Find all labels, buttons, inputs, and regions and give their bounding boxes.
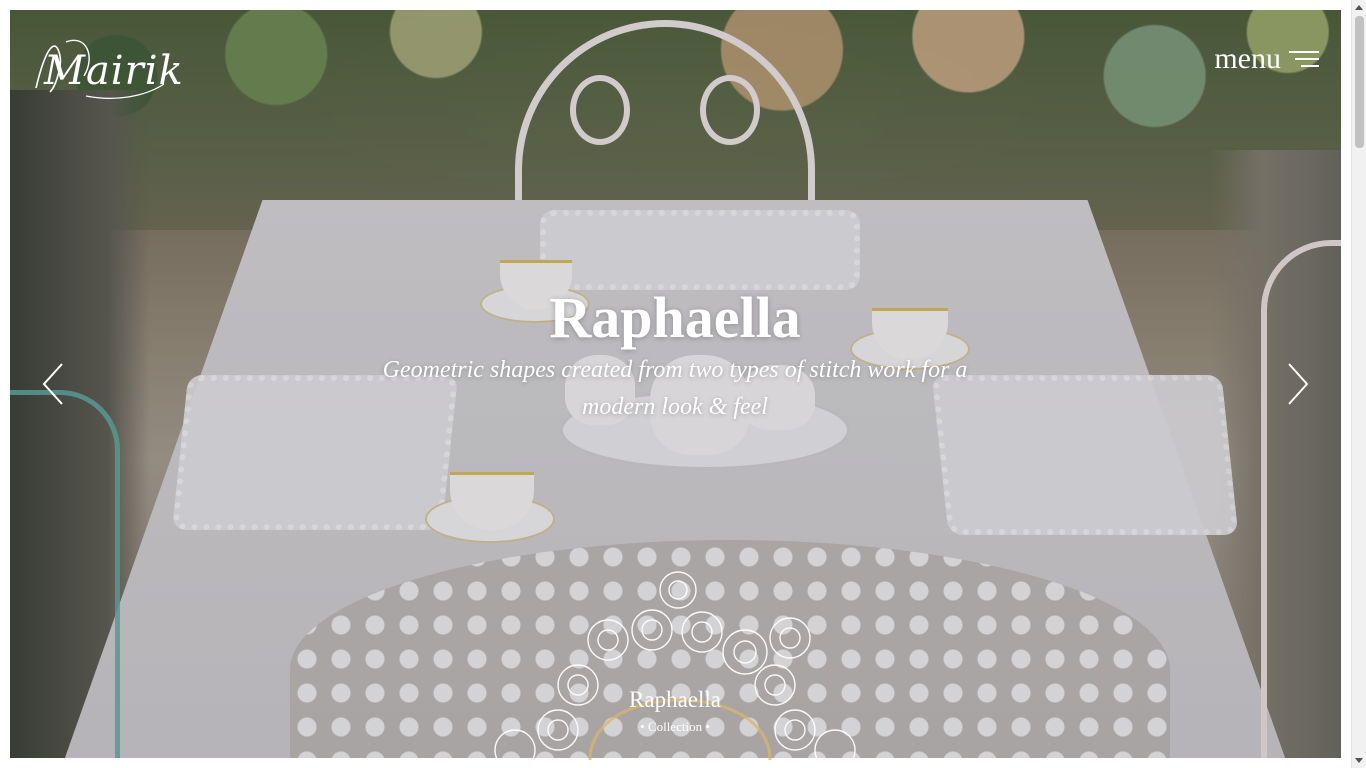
menu-toggle[interactable]: menu	[1214, 40, 1319, 78]
logo-text: Mairik	[44, 48, 184, 94]
page-scrollbar[interactable]	[1351, 0, 1366, 768]
menu-label: menu	[1214, 42, 1281, 75]
next-slide-button[interactable]	[1279, 362, 1319, 406]
chevron-left-icon	[42, 363, 63, 405]
hero-subtitle: Geometric shapes created from two types …	[382, 357, 968, 420]
chevron-right-icon	[1288, 363, 1309, 405]
scroll-thumb[interactable]	[1355, 16, 1364, 148]
collection-subtitle: • Collection •	[640, 719, 710, 734]
collection-title: Raphaella	[629, 687, 721, 712]
hero-title: Raphaella	[549, 285, 801, 350]
hamburger-icon	[1289, 51, 1319, 67]
scroll-up-arrow-icon[interactable]	[1355, 5, 1363, 10]
prev-slide-button[interactable]	[34, 362, 74, 406]
brand-logo[interactable]: Mairik	[30, 28, 183, 99]
scroll-down-arrow-icon[interactable]	[1355, 758, 1363, 763]
